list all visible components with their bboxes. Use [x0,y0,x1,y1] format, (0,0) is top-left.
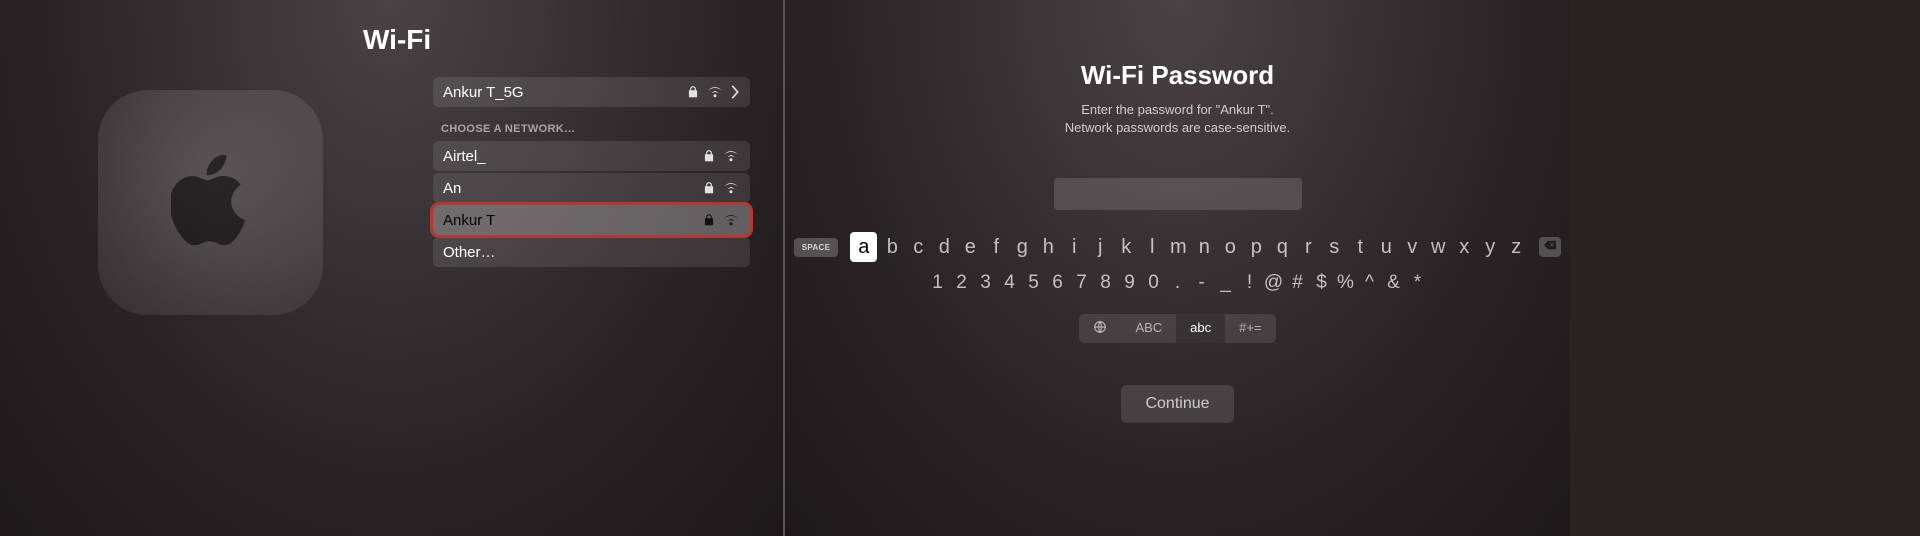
key-at[interactable]: @ [1263,268,1284,298]
password-title: Wi-Fi Password [1081,60,1274,91]
key-bang[interactable]: ! [1239,268,1260,298]
key-underscore[interactable]: _ [1215,268,1236,298]
lock-icon [702,213,716,227]
key-k[interactable]: k [1115,232,1137,262]
key-n[interactable]: n [1193,232,1215,262]
key-p[interactable]: p [1245,232,1267,262]
key-c[interactable]: c [907,232,929,262]
key-percent[interactable]: % [1335,268,1356,298]
network-list: Ankur T_5G CHOOSE A NETWORK… Airtel_ An … [433,77,750,269]
keyboard-mode-bar: ABC abc #+= [1079,314,1275,343]
choose-network-header: CHOOSE A NETWORK… [433,109,750,141]
key-a[interactable]: a [850,232,877,262]
key-x[interactable]: x [1453,232,1475,262]
mode-abc-lower[interactable]: abc [1176,314,1225,343]
backspace-key[interactable] [1539,237,1561,257]
key-h[interactable]: h [1037,232,1059,262]
current-network-name: Ankur T_5G [443,84,680,101]
key-g[interactable]: g [1011,232,1033,262]
keyboard-row-symbols: 1 2 3 4 5 6 7 8 9 0 . - _ ! @ # $ % ^ & … [927,268,1428,298]
mode-symbols[interactable]: #+= [1225,314,1275,343]
network-row[interactable]: An [433,173,750,203]
page-title: Wi-Fi [363,24,431,56]
key-w[interactable]: w [1427,232,1449,262]
key-dollar[interactable]: $ [1311,268,1332,298]
key-z[interactable]: z [1505,232,1527,262]
network-name: Ankur T [443,212,696,229]
mode-abc-upper[interactable]: ABC [1121,314,1176,343]
backspace-icon [1543,238,1557,256]
key-y[interactable]: y [1479,232,1501,262]
apple-logo-icon [171,155,251,250]
key-1[interactable]: 1 [927,268,948,298]
key-6[interactable]: 6 [1047,268,1068,298]
network-name: An [443,180,696,197]
key-star[interactable]: * [1407,268,1428,298]
network-row-selected[interactable]: Ankur T [433,205,750,235]
key-f[interactable]: f [985,232,1007,262]
password-input[interactable] [1054,178,1302,210]
wifi-icon [722,213,740,227]
key-8[interactable]: 8 [1095,268,1116,298]
apple-tv-hero-tile [98,90,323,315]
key-caret[interactable]: ^ [1359,268,1380,298]
key-t[interactable]: t [1349,232,1371,262]
key-j[interactable]: j [1089,232,1111,262]
key-d[interactable]: d [933,232,955,262]
globe-icon [1093,320,1107,337]
lock-icon [702,149,716,163]
key-4[interactable]: 4 [999,268,1020,298]
key-amp[interactable]: & [1383,268,1404,298]
key-u[interactable]: u [1375,232,1397,262]
other-label: Other… [443,244,740,261]
key-9[interactable]: 9 [1119,268,1140,298]
network-row[interactable]: Airtel_ [433,141,750,171]
key-o[interactable]: o [1219,232,1241,262]
lock-icon [686,85,700,99]
key-i[interactable]: i [1063,232,1085,262]
key-7[interactable]: 7 [1071,268,1092,298]
network-name: Airtel_ [443,148,696,165]
key-3[interactable]: 3 [975,268,996,298]
key-q[interactable]: q [1271,232,1293,262]
key-b[interactable]: b [881,232,903,262]
other-network-row[interactable]: Other… [433,237,750,267]
keyboard-row-letters: SPACE a b c d e f g h i j k l m n o p q … [794,232,1562,262]
continue-button[interactable]: Continue [1121,385,1233,423]
key-e[interactable]: e [959,232,981,262]
key-v[interactable]: v [1401,232,1423,262]
key-s[interactable]: s [1323,232,1345,262]
wifi-password-pane: Wi-Fi Password Enter the password for "A… [785,0,1570,536]
key-2[interactable]: 2 [951,268,972,298]
key-l[interactable]: l [1141,232,1163,262]
chevron-right-icon [730,85,740,99]
current-network-row[interactable]: Ankur T_5G [433,77,750,107]
key-0[interactable]: 0 [1143,268,1164,298]
password-subtitle: Enter the password for "Ankur T". Networ… [1065,101,1290,136]
key-5[interactable]: 5 [1023,268,1044,298]
space-key[interactable]: SPACE [794,238,839,257]
keyboard-globe[interactable] [1079,314,1121,343]
wifi-icon [706,85,724,99]
wifi-icon [722,149,740,163]
wifi-icon [722,181,740,195]
wifi-settings-pane: Wi-Fi Ankur T_5G CHOOSE A NETWORK… Airte… [0,0,785,536]
key-m[interactable]: m [1167,232,1189,262]
lock-icon [702,181,716,195]
key-hash[interactable]: # [1287,268,1308,298]
key-dash[interactable]: - [1191,268,1212,298]
key-r[interactable]: r [1297,232,1319,262]
key-period[interactable]: . [1167,268,1188,298]
